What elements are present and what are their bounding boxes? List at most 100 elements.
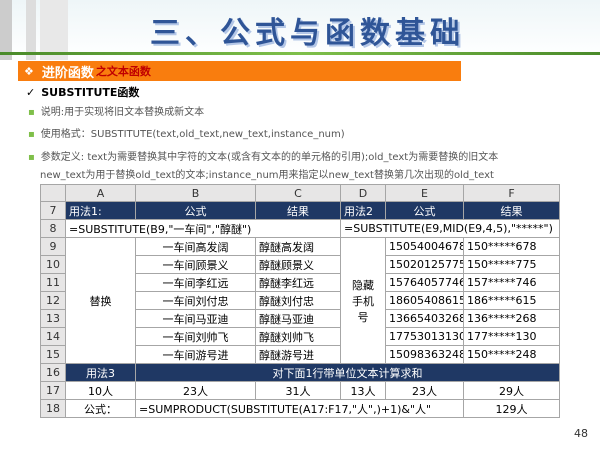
section-title: 进阶函数 <box>41 65 94 81</box>
cell-b[interactable]: 一车间高发阔 <box>135 237 256 256</box>
decoration-bar <box>40 0 68 60</box>
bullet-params: ▪ 参数定义: text为需要替换其中字符的文本(或含有文本的的单元格的引用);o… <box>28 148 498 163</box>
spreadsheet-table: A B C D E F 7 用法1: 公式 结果 用法2 公式 结果 8 =SU… <box>40 184 560 418</box>
bullet-icon: ▪ <box>28 152 35 163</box>
bullet-description: ▪ 说明:用于实现将旧文本替换成新文本 <box>28 103 204 118</box>
column-header-f[interactable]: F <box>463 184 560 202</box>
row-number[interactable]: 15 <box>40 345 66 364</box>
description-text: 说明:用于实现将旧文本替换成新文本 <box>40 107 205 118</box>
cell-b16-title[interactable]: 对下面1行带单位文本计算求和 <box>135 363 560 382</box>
formula-cell-d8[interactable]: =SUBSTITUTE(E9,MID(E9,4,5),"*****") <box>340 219 560 238</box>
row-number[interactable]: 18 <box>40 399 66 418</box>
formula-cell-b18[interactable]: =SUMPRODUCT(SUBSTITUTE(A17:F17,"人",)+1)&… <box>135 399 464 418</box>
params-text: 参数定义: text为需要替换其中字符的文本(或含有文本的的单元格的引用);ol… <box>40 152 499 163</box>
cell-a7[interactable]: 用法1: <box>65 201 136 220</box>
table-row: 8 =SUBSTITUTE(B9,"一车间","醇醚") =SUBSTITUTE… <box>40 219 560 238</box>
title-underline <box>0 52 600 55</box>
slide-title: 三、公式与函数基础 <box>150 16 465 51</box>
cell-c[interactable]: 醇醚顾景义 <box>255 255 341 274</box>
cell-e17[interactable]: 23人 <box>385 381 464 400</box>
row-number[interactable]: 11 <box>40 273 66 292</box>
column-header-d[interactable]: D <box>340 184 386 202</box>
cell-e[interactable]: 18605408615 <box>385 291 464 310</box>
cell-c[interactable]: 醇醚游号进 <box>255 345 341 364</box>
cell-c[interactable]: 醇醚高发阔 <box>255 237 341 256</box>
page-number: 48 <box>574 427 588 440</box>
cell-a17[interactable]: 10人 <box>65 381 136 400</box>
cell-e[interactable]: 13665403268 <box>385 309 464 328</box>
cell-c[interactable]: 醇醚刘付忠 <box>255 291 341 310</box>
usage-text: 使用格式：SUBSTITUTE(text,old_text,new_text,i… <box>40 129 345 140</box>
cell-e[interactable]: 15098363248 <box>385 345 464 364</box>
cell-b[interactable]: 一车间顾景义 <box>135 255 256 274</box>
column-header-b[interactable]: B <box>135 184 256 202</box>
row-number[interactable]: 9 <box>40 237 66 256</box>
cell-b[interactable]: 一车间李红远 <box>135 273 256 292</box>
cell-c17[interactable]: 31人 <box>255 381 341 400</box>
cell-d17[interactable]: 13人 <box>340 381 386 400</box>
cell-c[interactable]: 醇醚刘帅飞 <box>255 327 341 346</box>
section-subtitle: 之文本函数 <box>95 65 151 78</box>
cell-b[interactable]: 一车间刘帅飞 <box>135 327 256 346</box>
column-header-e[interactable]: E <box>385 184 464 202</box>
cell-f[interactable]: 150*****248 <box>463 345 560 364</box>
cell-a16[interactable]: 用法3 <box>65 363 136 382</box>
column-header-row: A B C D E F <box>40 184 560 202</box>
cell-f[interactable]: 136*****268 <box>463 309 560 328</box>
cell-e[interactable]: 15054004678 <box>385 237 464 256</box>
cell-f[interactable]: 186*****615 <box>463 291 560 310</box>
column-header-a[interactable]: A <box>65 184 136 202</box>
function-name: SUBSTITUTE函数 <box>41 86 140 99</box>
cell-e[interactable]: 17753013130 <box>385 327 464 346</box>
slide: 三、公式与函数基础 ❖ 进阶函数 之文本函数 ✓ SUBSTITUTE函数 ▪ 说… <box>0 0 600 450</box>
cell-c[interactable]: 醇醚马亚迪 <box>255 309 341 328</box>
row-number[interactable]: 16 <box>40 363 66 382</box>
diamond-bullet-icon: ❖ <box>24 64 34 78</box>
row-number[interactable]: 8 <box>40 219 66 238</box>
cell-b17[interactable]: 23人 <box>135 381 256 400</box>
corner-cell[interactable] <box>40 184 66 202</box>
table-row: 16 用法3 对下面1行带单位文本计算求和 <box>40 363 560 382</box>
cell-b[interactable]: 一车间游号进 <box>135 345 256 364</box>
row-number[interactable]: 17 <box>40 381 66 400</box>
table-row: 7 用法1: 公式 结果 用法2 公式 结果 <box>40 201 560 220</box>
cell-e7[interactable]: 公式 <box>385 201 464 220</box>
cell-b7[interactable]: 公式 <box>135 201 256 220</box>
table-row: 17 10人 23人 31人 13人 23人 29人 <box>40 381 560 400</box>
cell-f[interactable]: 150*****775 <box>463 255 560 274</box>
cell-f7[interactable]: 结果 <box>463 201 560 220</box>
formula-cell-a8[interactable]: =SUBSTITUTE(B9,"一车间","醇醚") <box>65 219 341 238</box>
row-number[interactable]: 14 <box>40 327 66 346</box>
bullet-icon: ▪ <box>28 107 35 118</box>
cell-b[interactable]: 一车间刘付忠 <box>135 291 256 310</box>
cell-f[interactable]: 177*****130 <box>463 327 560 346</box>
merged-cell-a9[interactable]: 替换 <box>65 237 136 364</box>
cell-f[interactable]: 150*****678 <box>463 237 560 256</box>
row-number[interactable]: 7 <box>40 201 66 220</box>
params-continuation: new_text为用于替换old_text的文本;instance_num用来指… <box>40 170 494 181</box>
cell-e[interactable]: 15764057746 <box>385 273 464 292</box>
cell-e[interactable]: 15020125775 <box>385 255 464 274</box>
cell-b[interactable]: 一车间马亚迪 <box>135 309 256 328</box>
bullet-usage: ▪ 使用格式：SUBSTITUTE(text,old_text,new_text,… <box>28 125 345 140</box>
decoration-bar <box>0 0 12 60</box>
cell-d7[interactable]: 用法2 <box>340 201 386 220</box>
row-number[interactable]: 12 <box>40 291 66 310</box>
checkmark-icon: ✓ <box>26 85 36 99</box>
row-number[interactable]: 13 <box>40 309 66 328</box>
decoration-bar <box>26 0 36 60</box>
table-row: 9 替换 一车间高发阔 醇醚高发阔 隐藏手机号 15054004678 150*… <box>40 237 560 364</box>
row-number[interactable]: 10 <box>40 255 66 274</box>
bullet-icon: ▪ <box>28 129 35 140</box>
merged-cell-d9[interactable]: 隐藏手机号 <box>340 237 386 364</box>
section-bar: ❖ 进阶函数 之文本函数 <box>18 61 461 81</box>
function-heading: ✓ SUBSTITUTE函数 <box>26 84 139 100</box>
cell-f17[interactable]: 29人 <box>463 381 560 400</box>
column-header-c[interactable]: C <box>255 184 341 202</box>
table-row: 18 公式： =SUMPRODUCT(SUBSTITUTE(A17:F17,"人… <box>40 399 560 418</box>
cell-c7[interactable]: 结果 <box>255 201 341 220</box>
cell-a18[interactable]: 公式： <box>65 399 136 418</box>
cell-f[interactable]: 157*****746 <box>463 273 560 292</box>
cell-f18[interactable]: 129人 <box>463 399 560 418</box>
cell-c[interactable]: 醇醚李红远 <box>255 273 341 292</box>
